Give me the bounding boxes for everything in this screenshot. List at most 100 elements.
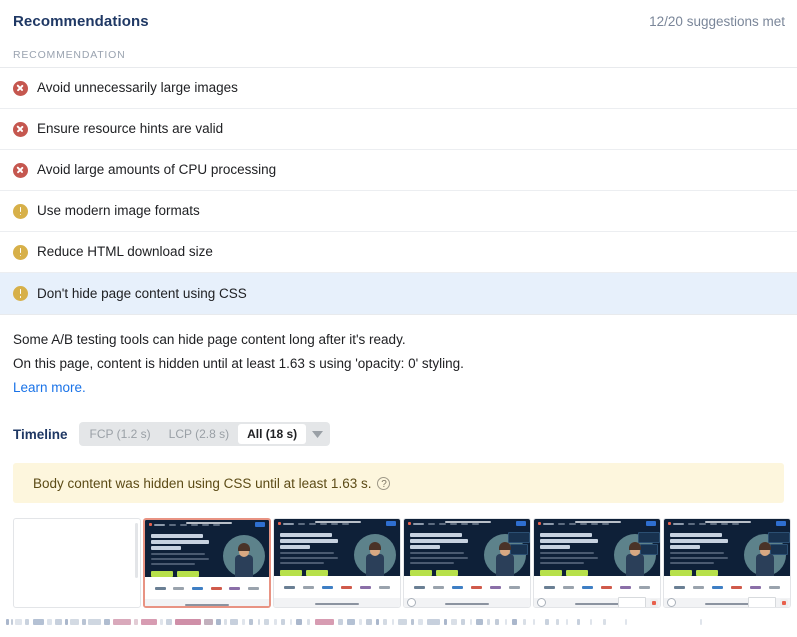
network-request-bar — [15, 619, 22, 625]
network-request-bar — [113, 619, 131, 625]
network-request-bar — [359, 619, 362, 625]
detail-line-1: Some A/B testing tools can hide page con… — [13, 332, 406, 347]
network-request-bar — [700, 619, 702, 625]
network-request-bar — [216, 619, 221, 625]
network-request-bar — [274, 619, 277, 625]
recommendation-column-header: RECOMMENDATION — [0, 42, 797, 68]
detail-line-2: On this page, content is hidden until at… — [13, 356, 464, 371]
filmstrip-frame[interactable] — [533, 518, 661, 608]
page-screenshot — [274, 519, 400, 607]
network-request-bar — [47, 619, 52, 625]
page-screenshot — [145, 520, 269, 606]
error-icon — [13, 121, 28, 137]
network-request-bar — [249, 619, 253, 625]
chevron-down-icon[interactable] — [306, 424, 328, 444]
warning-icon — [13, 203, 28, 219]
network-request-bar — [411, 619, 414, 625]
network-request-bar — [6, 619, 9, 625]
timeline-segmented-control[interactable]: FCP (1.2 s) LCP (2.8 s) All (18 s) — [78, 422, 331, 446]
network-request-bar — [281, 619, 285, 625]
network-request-bar — [451, 619, 457, 625]
network-request-bar — [590, 619, 592, 625]
notice-text: Body content was hidden using CSS until … — [33, 475, 372, 491]
recommendation-label: Reduce HTML download size — [37, 244, 213, 260]
recommendation-row[interactable]: Use modern image formats — [0, 191, 797, 232]
filmstrip-frame[interactable] — [403, 518, 531, 608]
network-waterfall — [0, 616, 797, 630]
network-request-bar — [25, 619, 29, 625]
network-request-bar — [476, 619, 483, 625]
network-request-bar — [523, 619, 526, 625]
network-request-bar — [55, 619, 62, 625]
network-request-bar — [556, 619, 559, 625]
network-request-bar — [505, 619, 507, 625]
network-request-bar — [338, 619, 343, 625]
filmstrip-frame[interactable] — [273, 518, 401, 608]
network-request-bar — [160, 619, 163, 625]
timeline-toolbar: Timeline FCP (1.2 s) LCP (2.8 s) All (18 s… — [0, 400, 797, 446]
network-request-bar — [487, 619, 490, 625]
filmstrip-frame[interactable] — [13, 518, 141, 608]
recommendation-list: Avoid unnecessarily large images Ensure r… — [0, 68, 797, 315]
network-request-bar — [290, 619, 292, 625]
recommendation-row[interactable]: Avoid unnecessarily large images — [0, 68, 797, 109]
network-request-bar — [258, 619, 260, 625]
network-request-bar — [577, 619, 580, 625]
network-request-bar — [512, 619, 517, 625]
recommendation-detail: Some A/B testing tools can hide page con… — [0, 315, 797, 400]
recommendation-label: Avoid large amounts of CPU processing — [37, 162, 277, 178]
network-request-bar — [625, 619, 627, 625]
network-request-bar — [545, 619, 549, 625]
network-request-bar — [307, 619, 310, 625]
timeline-option-0[interactable]: FCP (1.2 s) — [81, 424, 160, 444]
recommendation-label: Use modern image formats — [37, 203, 200, 219]
network-request-bar — [134, 619, 138, 625]
recommendation-row[interactable]: Ensure resource hints are valid — [0, 109, 797, 150]
timeline-option-2[interactable]: All (18 s) — [238, 424, 307, 444]
network-request-bar — [533, 619, 535, 625]
recommendation-row[interactable]: Reduce HTML download size — [0, 232, 797, 273]
network-request-bar — [383, 619, 387, 625]
network-request-bar — [398, 619, 407, 625]
network-request-bar — [230, 619, 238, 625]
network-request-bar — [104, 619, 110, 625]
network-request-bar — [461, 619, 465, 625]
network-request-bar — [11, 619, 13, 625]
network-request-bar — [444, 619, 447, 625]
filmstrip-frame[interactable] — [663, 518, 791, 608]
recommendation-row[interactable]: Don't hide page content using CSS — [0, 273, 797, 314]
page-title: Recommendations — [13, 12, 149, 30]
recommendation-row[interactable]: Avoid large amounts of CPU processing — [0, 150, 797, 191]
network-request-bar — [70, 619, 79, 625]
error-icon — [13, 80, 28, 96]
warning-icon — [13, 286, 28, 301]
network-request-bar — [347, 619, 355, 625]
timeline-option-1[interactable]: LCP (2.8 s) — [160, 424, 238, 444]
suggestions-met-status: 12/20 suggestions met — [649, 13, 785, 29]
network-request-bar — [175, 619, 201, 625]
panel-header: Recommendations 12/20 suggestions met — [0, 0, 797, 42]
filmstrip — [0, 518, 797, 608]
network-request-bar — [166, 619, 172, 625]
timeline-label: Timeline — [13, 426, 68, 442]
network-request-bar — [296, 619, 302, 625]
help-icon[interactable]: ? — [377, 476, 391, 490]
network-request-bar — [141, 619, 157, 625]
network-request-bar — [603, 619, 606, 625]
network-request-bar — [566, 619, 568, 625]
network-request-bar — [376, 619, 379, 625]
network-request-bar — [470, 619, 472, 625]
page-screenshot — [534, 519, 660, 607]
page-screenshot — [664, 519, 790, 607]
network-request-bar — [427, 619, 440, 625]
recommendation-label: Avoid unnecessarily large images — [37, 80, 238, 96]
network-request-bar — [224, 619, 227, 625]
filmstrip-frame[interactable] — [143, 518, 271, 608]
network-request-bar — [418, 619, 423, 625]
learn-more-link[interactable]: Learn more. — [13, 380, 86, 395]
error-icon — [13, 162, 28, 178]
network-request-bar — [82, 619, 86, 625]
network-request-bar — [366, 619, 372, 625]
recommendation-label: Ensure resource hints are valid — [37, 121, 224, 137]
network-request-bar — [495, 619, 499, 625]
